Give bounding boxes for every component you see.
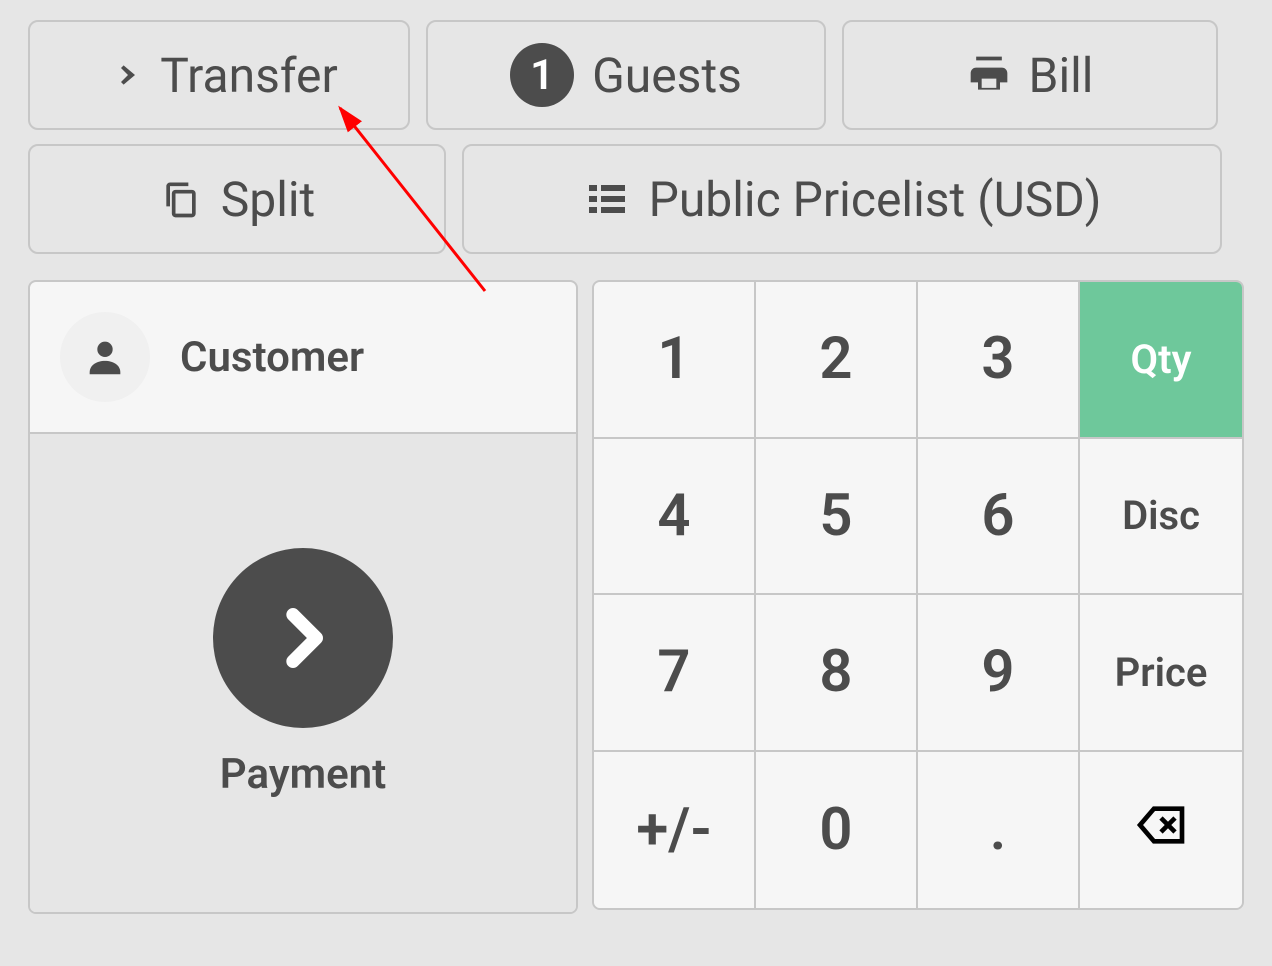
- guests-label: Guests: [592, 47, 742, 104]
- split-button[interactable]: Split: [28, 144, 446, 254]
- guests-button[interactable]: 1 Guests: [426, 20, 826, 130]
- numpad-price[interactable]: Price: [1080, 595, 1242, 752]
- numpad-4[interactable]: 4: [594, 439, 756, 596]
- copy-icon: [159, 177, 203, 221]
- numpad-9[interactable]: 9: [918, 595, 1080, 752]
- transfer-label: Transfer: [160, 47, 337, 104]
- transfer-button[interactable]: Transfer: [28, 20, 410, 130]
- split-label: Split: [221, 171, 316, 228]
- numpad-1[interactable]: 1: [594, 282, 756, 439]
- pricelist-label: Public Pricelist (USD): [649, 171, 1102, 228]
- list-icon: [583, 175, 631, 223]
- print-icon: [967, 53, 1011, 97]
- numpad-7[interactable]: 7: [594, 595, 756, 752]
- numpad-2[interactable]: 2: [756, 282, 918, 439]
- customer-label: Customer: [180, 333, 364, 382]
- backspace-icon: [1133, 797, 1189, 863]
- numpad-dot[interactable]: .: [918, 752, 1080, 909]
- numpad: 1 2 3 Qty 4 5 6 Disc 7 8 9 Price +/- 0 .: [592, 280, 1244, 910]
- bill-button[interactable]: Bill: [842, 20, 1218, 130]
- pricelist-button[interactable]: Public Pricelist (USD): [462, 144, 1222, 254]
- bill-label: Bill: [1029, 47, 1094, 104]
- guests-count-badge: 1: [510, 43, 574, 107]
- customer-button[interactable]: Customer: [30, 282, 576, 434]
- numpad-0[interactable]: 0: [756, 752, 918, 909]
- arrow-right-icon: [100, 54, 142, 96]
- numpad-8[interactable]: 8: [756, 595, 918, 752]
- numpad-disc[interactable]: Disc: [1080, 439, 1242, 596]
- numpad-5[interactable]: 5: [756, 439, 918, 596]
- payment-button[interactable]: Payment: [30, 434, 576, 912]
- payment-label: Payment: [220, 750, 386, 799]
- numpad-3[interactable]: 3: [918, 282, 1080, 439]
- numpad-qty[interactable]: Qty: [1080, 282, 1242, 439]
- chevron-right-icon: [213, 548, 393, 728]
- numpad-plusminus[interactable]: +/-: [594, 752, 756, 909]
- numpad-6[interactable]: 6: [918, 439, 1080, 596]
- left-panel: Customer Payment: [28, 280, 578, 914]
- numpad-backspace[interactable]: [1080, 752, 1242, 909]
- person-icon: [60, 312, 150, 402]
